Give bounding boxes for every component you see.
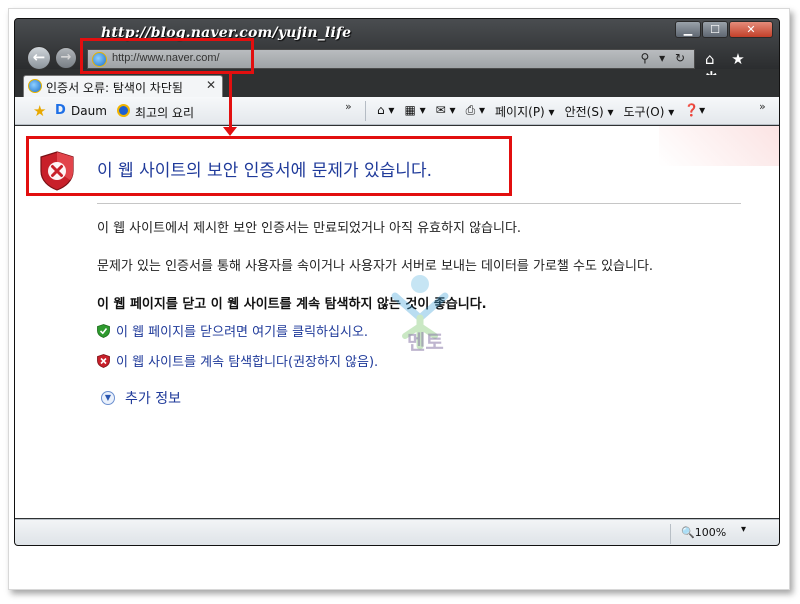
print-menu[interactable]: ⎙ ▾ xyxy=(466,103,485,120)
favorite-recipe[interactable]: 최고의 요리 xyxy=(135,104,194,121)
more-info-toggle[interactable]: ▼ 추가 정보 xyxy=(101,388,181,408)
close-page-link-label[interactable]: 이 웹 페이지를 닫으려면 여기를 클릭하십시오. xyxy=(116,321,368,340)
tab-row: 인증서 오류: 탐색이 차단됨 ✕ xyxy=(15,75,779,97)
favorites-overflow[interactable]: » xyxy=(345,100,352,113)
annotation-arrow-line xyxy=(229,74,232,130)
ie-tab-icon xyxy=(28,79,42,93)
zoom-value: 100% xyxy=(694,526,727,539)
status-separator xyxy=(670,524,671,544)
home-menu[interactable]: ⌂ ▾ xyxy=(377,103,394,120)
maximize-button[interactable]: ☐ xyxy=(702,21,728,38)
continue-link[interactable]: 이 웹 사이트를 계속 탐색합니다(권장하지 않음). xyxy=(97,351,378,370)
mail-menu[interactable]: ✉ ▾ xyxy=(436,103,456,120)
daum-icon: D xyxy=(55,103,66,118)
page-menu[interactable]: 페이지(P) ▾ xyxy=(495,103,555,120)
tab-certificate-error[interactable]: 인증서 오류: 탐색이 차단됨 ✕ xyxy=(23,75,223,97)
divider xyxy=(97,203,741,204)
favorites-star-icon[interactable]: ★ xyxy=(33,102,46,120)
expand-chevron-icon: ▼ xyxy=(101,391,115,405)
tab-close-icon[interactable]: ✕ xyxy=(206,78,216,92)
minimize-button[interactable]: ▁ xyxy=(675,21,701,38)
zoom-level[interactable]: 🔍100% xyxy=(681,526,726,539)
annotation-arrowhead-icon xyxy=(223,127,237,136)
annotation-box-address xyxy=(80,38,254,74)
continue-link-label[interactable]: 이 웹 사이트를 계속 탐색합니다(권장하지 않음). xyxy=(116,351,378,370)
expired-cert-text: 이 웹 사이트에서 제시한 보안 인증서는 만료되었거나 아직 유효하지 않습니… xyxy=(97,221,522,236)
close-page-link[interactable]: 이 웹 페이지를 닫으려면 여기를 클릭하십시오. xyxy=(97,321,368,340)
shield-x-icon xyxy=(97,353,110,368)
tools-menu[interactable]: 도구(O) ▾ xyxy=(623,103,674,120)
tab-label: 인증서 오류: 탐색이 차단됨 xyxy=(46,81,183,95)
command-bar: ★ D Daum 최고의 요리 » ⌂ ▾ ▦ ▾ ✉ ▾ ⎙ ▾ 페이지(P)… xyxy=(15,97,779,125)
watermark-text: 멘토 xyxy=(407,330,444,354)
feeds-menu[interactable]: ▦ ▾ xyxy=(404,103,425,120)
shield-check-icon xyxy=(97,323,110,338)
forward-button[interactable]: → xyxy=(55,47,77,69)
search-refresh-icons[interactable]: ⚲ ▾ ↻ xyxy=(641,51,689,65)
status-bar: 🔍100% ▾ xyxy=(15,519,779,545)
command-overflow[interactable]: » xyxy=(759,100,766,113)
browser-window: http://blog.naver.com/yujin_life ▁ ☐ ✕ ←… xyxy=(14,18,780,546)
safety-menu[interactable]: 안전(S) ▾ xyxy=(565,103,614,120)
more-info-label[interactable]: 추가 정보 xyxy=(125,388,181,408)
close-window-button[interactable]: ✕ xyxy=(729,21,773,38)
toolbar-separator xyxy=(365,101,366,121)
help-menu[interactable]: ❓▾ xyxy=(684,103,705,120)
zoom-caret-icon[interactable]: ▾ xyxy=(741,524,746,535)
annotation-box-title xyxy=(26,136,512,196)
favorite-daum[interactable]: Daum xyxy=(71,104,107,118)
window-controls: ▁ ☐ ✕ xyxy=(674,21,773,38)
back-button[interactable]: ← xyxy=(27,46,51,70)
command-tools: ⌂ ▾ ▦ ▾ ✉ ▾ ⎙ ▾ 페이지(P) ▾ 안전(S) ▾ 도구(O) ▾… xyxy=(377,103,705,120)
recipe-icon xyxy=(117,104,130,117)
